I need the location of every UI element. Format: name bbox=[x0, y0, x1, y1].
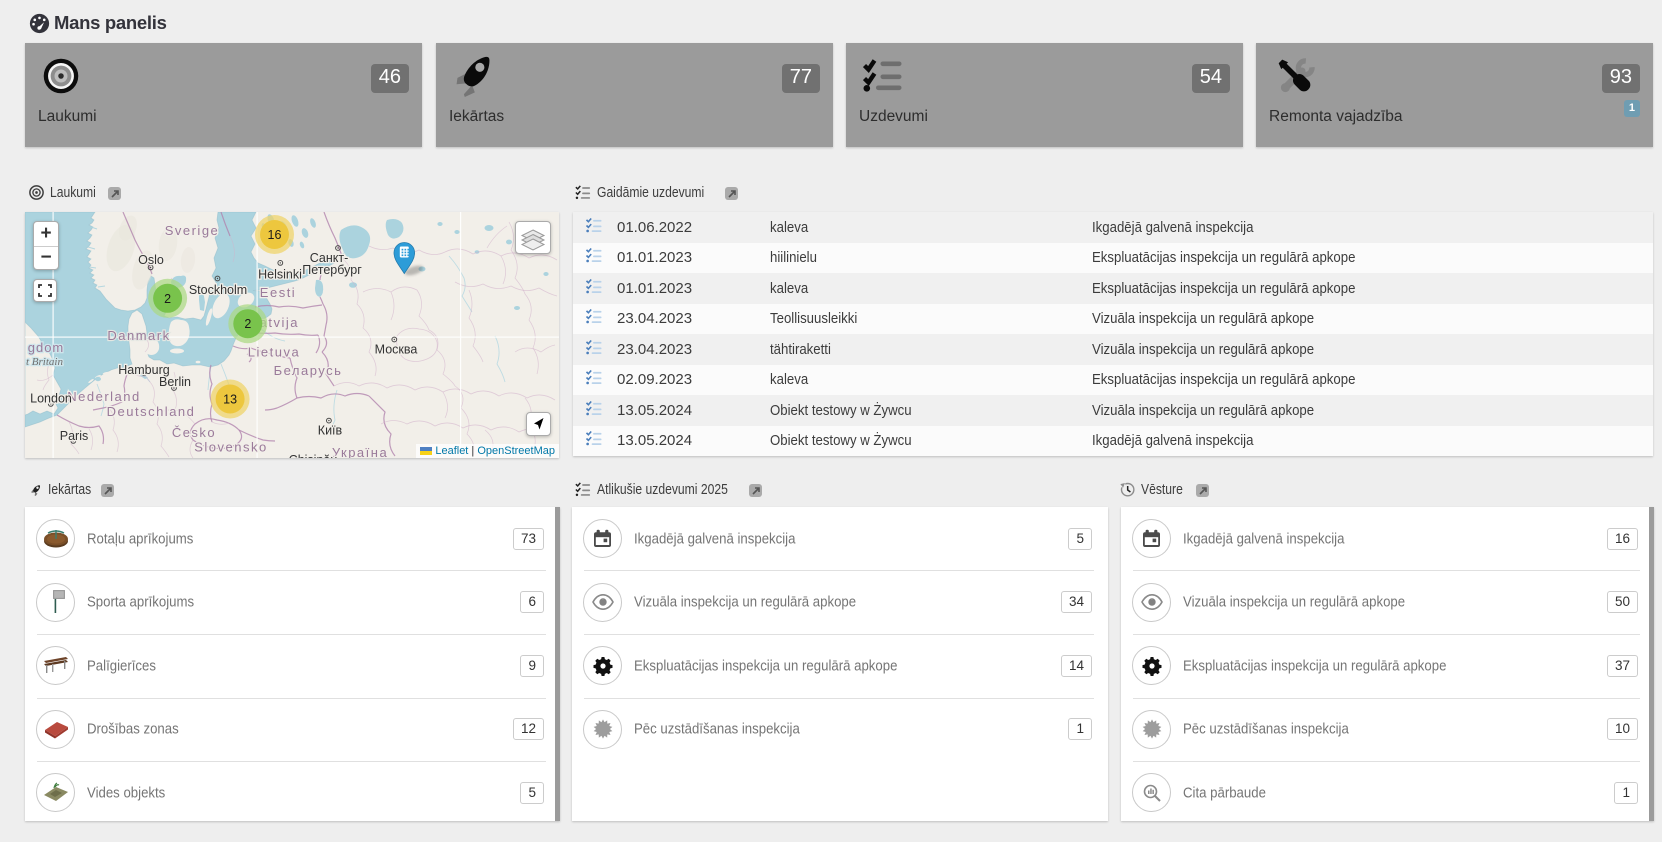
svg-text:Москва: Москва bbox=[375, 343, 418, 357]
svg-text:13: 13 bbox=[223, 393, 237, 407]
svg-text:Slovensko: Slovensko bbox=[194, 440, 267, 455]
svg-text:Česko: Česko bbox=[172, 425, 216, 440]
svg-text:Helsinki: Helsinki bbox=[258, 268, 302, 282]
svg-text:Oslo: Oslo bbox=[138, 253, 164, 267]
svg-text:Sverige: Sverige bbox=[165, 223, 220, 238]
svg-text:Петербург: Петербург bbox=[302, 263, 362, 277]
svg-text:Беларусь: Беларусь bbox=[274, 363, 343, 378]
svg-text:Україна: Україна bbox=[332, 445, 388, 458]
svg-text:16: 16 bbox=[268, 228, 282, 242]
svg-text:Paris: Paris bbox=[60, 429, 88, 443]
svg-text:2: 2 bbox=[244, 317, 251, 331]
svg-text:gdom: gdom bbox=[28, 340, 65, 355]
svg-text:Stockholm: Stockholm bbox=[189, 283, 247, 297]
svg-text:Київ: Київ bbox=[318, 424, 343, 438]
svg-text:t Britain: t Britain bbox=[26, 356, 63, 368]
svg-text:Nederland: Nederland bbox=[67, 389, 141, 404]
svg-text:Berlin: Berlin bbox=[159, 375, 191, 389]
svg-text:Eesti: Eesti bbox=[260, 285, 296, 300]
svg-text:2: 2 bbox=[164, 292, 171, 306]
svg-text:Chişinău: Chişinău bbox=[289, 453, 338, 458]
svg-text:Danmark: Danmark bbox=[107, 328, 170, 343]
svg-text:Lietuva: Lietuva bbox=[248, 345, 300, 360]
svg-text:London: London bbox=[30, 392, 72, 406]
svg-text:Deutschland: Deutschland bbox=[107, 404, 196, 419]
